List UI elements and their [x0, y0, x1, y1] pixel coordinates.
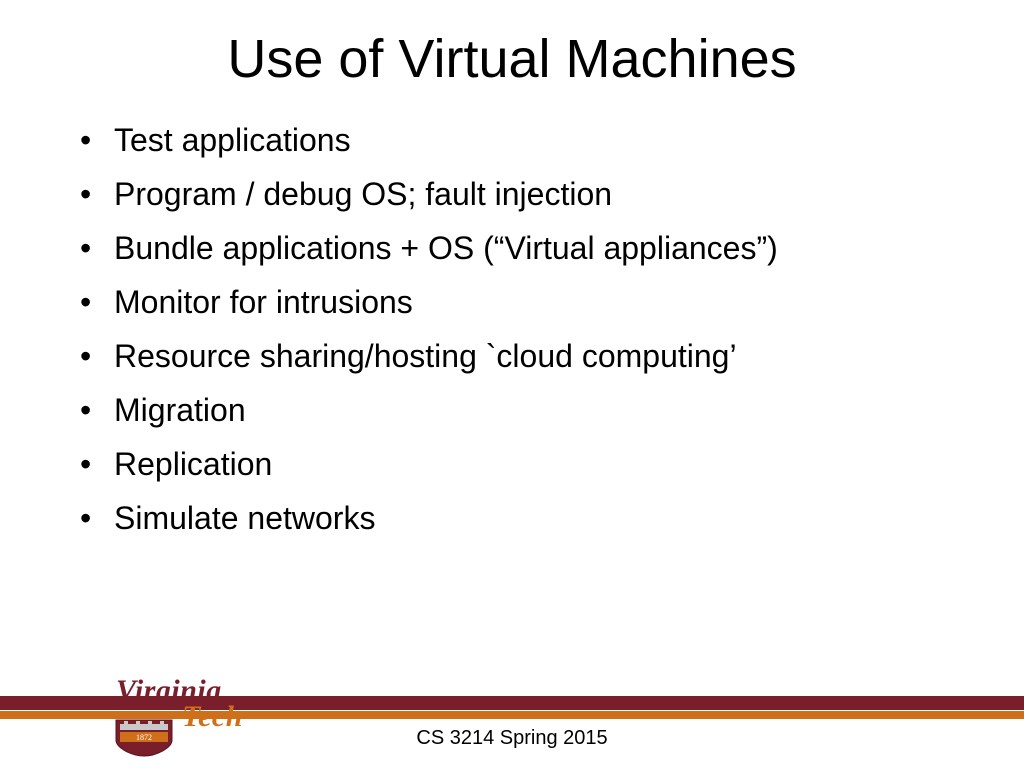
- list-item: Resource sharing/hosting `cloud computin…: [70, 336, 954, 376]
- list-item: Test applications: [70, 120, 954, 160]
- list-item: Migration: [70, 390, 954, 430]
- list-item: Monitor for intrusions: [70, 282, 954, 322]
- slide-title: Use of Virtual Machines: [0, 0, 1024, 90]
- slide: Use of Virtual Machines Test application…: [0, 0, 1024, 768]
- list-item: Bundle applications + OS (“Virtual appli…: [70, 228, 954, 268]
- footer-text: CS 3214 Spring 2015: [0, 727, 1024, 750]
- list-item: Program / debug OS; fault injection: [70, 174, 954, 214]
- list-item: Replication: [70, 444, 954, 484]
- bullet-list: Test applications Program / debug OS; fa…: [70, 120, 954, 538]
- slide-body: Test applications Program / debug OS; fa…: [0, 90, 1024, 538]
- list-item: Simulate networks: [70, 498, 954, 538]
